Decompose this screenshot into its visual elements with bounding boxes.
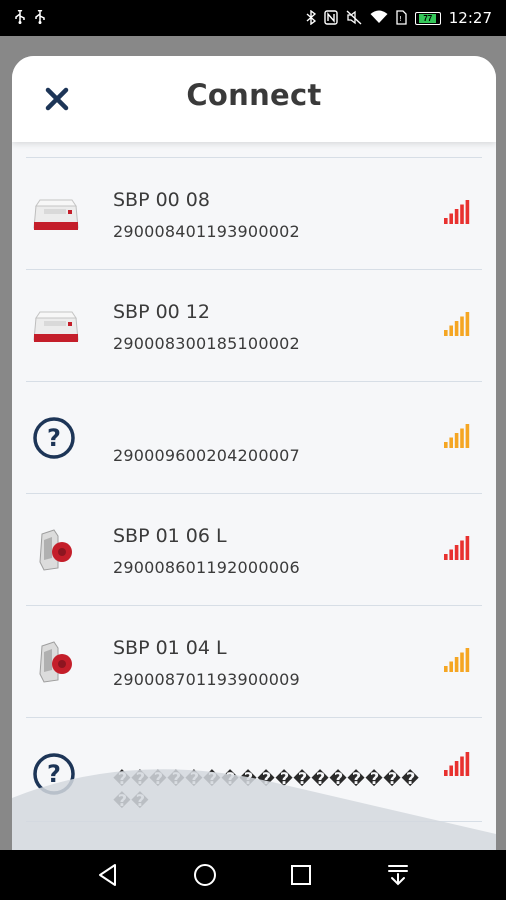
signal-bar	[465, 424, 470, 448]
question-icon: ?	[32, 416, 82, 460]
device-name: SBP 00 12	[113, 301, 210, 323]
signal-bar	[454, 657, 459, 672]
status-bar: ! 77 12:27	[0, 0, 506, 36]
device-row[interactable]: SBP 00 08 290008401193900002	[12, 158, 496, 270]
signal-bar	[444, 442, 448, 448]
device-name: SBP 01 06 L	[113, 525, 227, 547]
battery-level: 77	[419, 13, 437, 23]
back-icon[interactable]	[93, 860, 123, 890]
device-serial: 290008601192000006	[113, 558, 300, 577]
connect-modal: Connect SBP 00 08 290008401193900002 SBP…	[12, 56, 496, 850]
device-serial: 290008701193900009	[113, 670, 300, 689]
svg-text:?: ?	[47, 760, 61, 788]
signal-strength-icon	[444, 200, 472, 224]
signal-bar	[465, 536, 470, 560]
signal-bar	[449, 325, 453, 336]
signal-bar	[449, 765, 453, 776]
signal-bar	[444, 218, 448, 224]
socket-plug-icon	[32, 640, 82, 684]
recents-icon[interactable]	[286, 860, 316, 890]
signal-bar	[449, 213, 453, 224]
charger-box-icon	[32, 192, 82, 236]
signal-bar	[454, 321, 459, 336]
battery-icon: 77	[414, 11, 441, 25]
notification-pulldown-icon[interactable]	[383, 860, 413, 890]
signal-bar	[465, 200, 470, 224]
status-time: 12:27	[448, 9, 492, 27]
device-row[interactable]: ? 290009600204200007	[12, 382, 496, 494]
signal-strength-icon	[444, 648, 472, 672]
home-icon[interactable]	[190, 860, 220, 890]
signal-bar	[465, 312, 470, 336]
usb-icon	[34, 9, 46, 26]
svg-text:!: !	[399, 15, 402, 23]
signal-bar	[460, 756, 464, 776]
signal-bar	[449, 437, 453, 448]
signal-bar	[454, 209, 459, 224]
signal-strength-icon	[444, 536, 472, 560]
signal-bar	[460, 652, 464, 672]
signal-bar	[454, 545, 459, 560]
signal-strength-icon	[444, 424, 472, 448]
signal-bar	[460, 204, 464, 224]
signal-bar	[449, 549, 453, 560]
signal-bar	[449, 661, 453, 672]
navigation-bar	[0, 850, 506, 900]
bluetooth-icon	[306, 9, 316, 27]
signal-bar	[444, 554, 448, 560]
usb-icon	[14, 9, 26, 26]
status-right: ! 77 12:27	[306, 9, 492, 27]
socket-plug-icon	[32, 528, 82, 572]
signal-strength-icon	[444, 312, 472, 336]
device-serial: 290009600204200007	[113, 446, 300, 465]
device-row[interactable]: SBP 00 12 290008300185100002	[12, 270, 496, 382]
signal-bar	[444, 330, 448, 336]
question-icon: ?	[32, 752, 82, 796]
signal-bar	[444, 666, 448, 672]
device-serial: �������������������	[113, 769, 420, 810]
device-list: SBP 00 08 290008401193900002 SBP 00 12 2…	[12, 142, 496, 850]
modal-header: Connect	[12, 56, 496, 142]
sim-icon: !	[396, 9, 407, 27]
signal-bar	[454, 433, 459, 448]
signal-bar	[460, 540, 464, 560]
signal-bar	[465, 648, 470, 672]
signal-bar	[465, 752, 470, 776]
modal-title: Connect	[186, 78, 322, 112]
signal-bar	[454, 761, 459, 776]
mute-icon	[346, 9, 362, 27]
wifi-icon	[370, 10, 388, 26]
signal-strength-icon	[444, 752, 472, 776]
svg-text:?: ?	[47, 424, 61, 452]
device-name: SBP 00 08	[113, 189, 210, 211]
device-row[interactable]: SBP 01 06 L 290008601192000006	[12, 494, 496, 606]
device-serial: 290008300185100002	[113, 334, 300, 353]
nfc-icon	[324, 9, 338, 27]
list-divider	[26, 820, 482, 822]
device-serial: 290008401193900002	[113, 222, 300, 241]
charger-box-icon	[32, 304, 82, 348]
device-name: SBP 01 04 L	[113, 637, 227, 659]
status-left	[14, 9, 46, 26]
device-row[interactable]: ? �������������������	[12, 718, 496, 822]
device-row[interactable]: SBP 01 04 L 290008701193900009	[12, 606, 496, 718]
signal-bar	[460, 316, 464, 336]
signal-bar	[460, 428, 464, 448]
signal-bar	[444, 770, 448, 776]
